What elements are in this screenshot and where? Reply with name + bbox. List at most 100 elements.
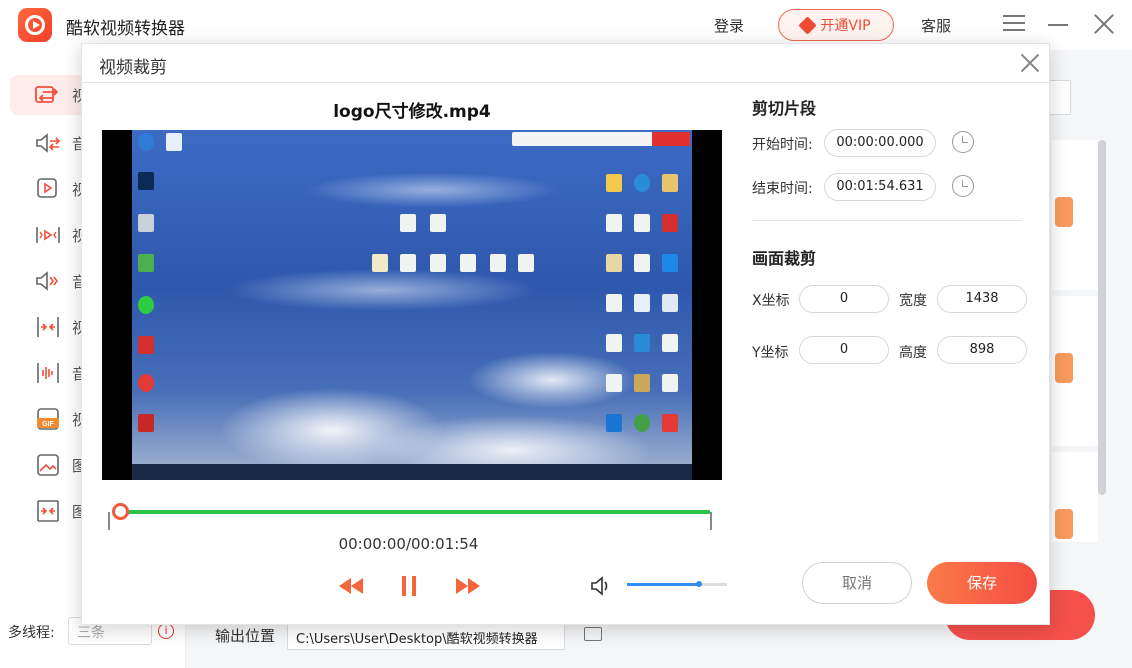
desktop-icon bbox=[400, 214, 416, 232]
taskbar bbox=[132, 464, 692, 480]
end-time-field[interactable]: 00:01:54.631 bbox=[824, 173, 936, 201]
desktop-icon bbox=[138, 214, 154, 232]
desktop-icon bbox=[634, 294, 650, 312]
format-dropdown[interactable] bbox=[1055, 353, 1073, 383]
fast-forward-button[interactable] bbox=[454, 572, 482, 600]
rewind-icon bbox=[339, 578, 363, 594]
desktop-icon bbox=[606, 414, 622, 432]
desktop-icon bbox=[372, 254, 388, 272]
format-dropdown[interactable] bbox=[1055, 197, 1073, 227]
save-button[interactable]: 保存 bbox=[927, 562, 1037, 604]
volume-slider[interactable] bbox=[627, 581, 727, 587]
x-coordinate-label: X坐标 bbox=[752, 293, 790, 309]
start-time-label: 开始时间: bbox=[752, 137, 813, 153]
desktop-icon bbox=[662, 174, 678, 192]
customer-service-button[interactable]: 客服 bbox=[921, 15, 951, 36]
desktop-icon bbox=[606, 174, 622, 192]
diamond-icon bbox=[798, 15, 818, 35]
video-crop-dialog: 视频裁剪 logo尺寸修改.mp4 00:00:00/00:01:54 剪切片段… bbox=[81, 43, 1050, 625]
divider bbox=[82, 82, 1049, 83]
height-label: 高度 bbox=[899, 345, 927, 361]
pause-button[interactable] bbox=[400, 572, 418, 600]
reset-start-time-icon[interactable] bbox=[952, 131, 974, 153]
desktop-icon bbox=[662, 414, 678, 432]
desktop-icon bbox=[662, 334, 678, 352]
desktop-icon bbox=[606, 214, 622, 232]
menu-icon[interactable] bbox=[1003, 15, 1025, 33]
playhead-knob[interactable] bbox=[111, 503, 129, 520]
desktop-icon bbox=[490, 254, 506, 272]
width-field[interactable]: 1438 bbox=[937, 285, 1027, 313]
gif-icon: GIF bbox=[34, 406, 62, 432]
y-coordinate-label: Y坐标 bbox=[752, 345, 789, 361]
height-field[interactable]: 898 bbox=[937, 336, 1027, 364]
app-window: 酷软视频转换器 登录 开通VIP 客服 视 音 视 视 音 视 音 GIF 视 … bbox=[0, 0, 1132, 668]
pause-icon bbox=[402, 576, 416, 596]
divider bbox=[752, 220, 1022, 221]
desktop-icon bbox=[634, 214, 650, 232]
video-merge-icon bbox=[34, 314, 62, 340]
start-time-field[interactable]: 00:00:00.000 bbox=[824, 129, 936, 157]
minimize-icon[interactable] bbox=[1048, 24, 1068, 26]
folder-icon[interactable] bbox=[584, 627, 602, 641]
rewind-button[interactable] bbox=[337, 572, 365, 600]
vip-label: 开通VIP bbox=[820, 18, 871, 34]
svg-text:GIF: GIF bbox=[42, 421, 54, 428]
desktop-icon bbox=[430, 254, 446, 272]
desktop-icon bbox=[634, 334, 650, 352]
video-convert-icon bbox=[34, 82, 62, 108]
desktop-icon bbox=[138, 172, 154, 190]
desktop-icon bbox=[138, 254, 154, 272]
desktop-icon bbox=[662, 214, 678, 232]
time-display: 00:00:00/00:01:54 bbox=[338, 535, 479, 553]
video-edit-icon bbox=[34, 176, 62, 202]
audio-convert-icon bbox=[34, 130, 62, 156]
audio-edit-icon bbox=[34, 268, 62, 294]
desktop-icon bbox=[138, 296, 154, 314]
desktop-icon bbox=[606, 334, 622, 352]
desktop-icon bbox=[138, 133, 154, 151]
close-icon[interactable] bbox=[1092, 12, 1116, 36]
desktop-icon bbox=[634, 254, 650, 272]
desktop-icon bbox=[138, 414, 154, 432]
video-frame bbox=[132, 130, 692, 480]
desktop-icon bbox=[518, 254, 534, 272]
end-time-label: 结束时间: bbox=[752, 181, 813, 197]
desktop-icon bbox=[166, 133, 182, 151]
recorder-toolbar bbox=[512, 132, 690, 146]
login-button[interactable]: 登录 bbox=[714, 15, 744, 36]
volume-icon[interactable] bbox=[590, 572, 612, 600]
desktop-icon bbox=[606, 254, 622, 272]
output-path-field[interactable]: C:\Users\User\Desktop\酷软视频转换器 bbox=[287, 621, 565, 650]
clip-section-title: 剪切片段 bbox=[752, 99, 817, 118]
vip-button[interactable]: 开通VIP bbox=[778, 9, 894, 41]
info-icon[interactable]: i bbox=[158, 623, 174, 639]
trim-start-handle[interactable] bbox=[108, 512, 110, 530]
video-preview[interactable] bbox=[102, 130, 722, 480]
desktop-icon bbox=[662, 254, 678, 272]
dialog-close-icon[interactable] bbox=[1018, 51, 1042, 75]
scrollbar[interactable] bbox=[1098, 140, 1106, 495]
audio-merge-icon bbox=[34, 360, 62, 386]
desktop-icon bbox=[606, 294, 622, 312]
reset-end-time-icon[interactable] bbox=[952, 175, 974, 197]
timeline-track[interactable] bbox=[114, 510, 710, 514]
fast-forward-icon bbox=[456, 578, 480, 594]
app-logo-icon bbox=[18, 8, 52, 42]
desktop-icon bbox=[634, 174, 650, 192]
dialog-title: 视频裁剪 bbox=[99, 58, 167, 78]
cancel-button[interactable]: 取消 bbox=[802, 562, 912, 604]
image-icon bbox=[34, 452, 62, 478]
y-coordinate-field[interactable]: 0 bbox=[799, 336, 889, 364]
desktop-icon bbox=[138, 374, 154, 392]
threads-label: 多线程: bbox=[8, 625, 55, 641]
desktop-icon bbox=[634, 374, 650, 392]
format-dropdown[interactable] bbox=[1055, 509, 1073, 539]
desktop-icon bbox=[430, 214, 446, 232]
desktop-icon bbox=[460, 254, 476, 272]
desktop-icon bbox=[606, 374, 622, 392]
trim-end-handle[interactable] bbox=[710, 512, 712, 530]
crop-section-title: 画面裁剪 bbox=[752, 249, 817, 268]
x-coordinate-field[interactable]: 0 bbox=[799, 285, 889, 313]
image-compress-icon bbox=[34, 498, 62, 524]
